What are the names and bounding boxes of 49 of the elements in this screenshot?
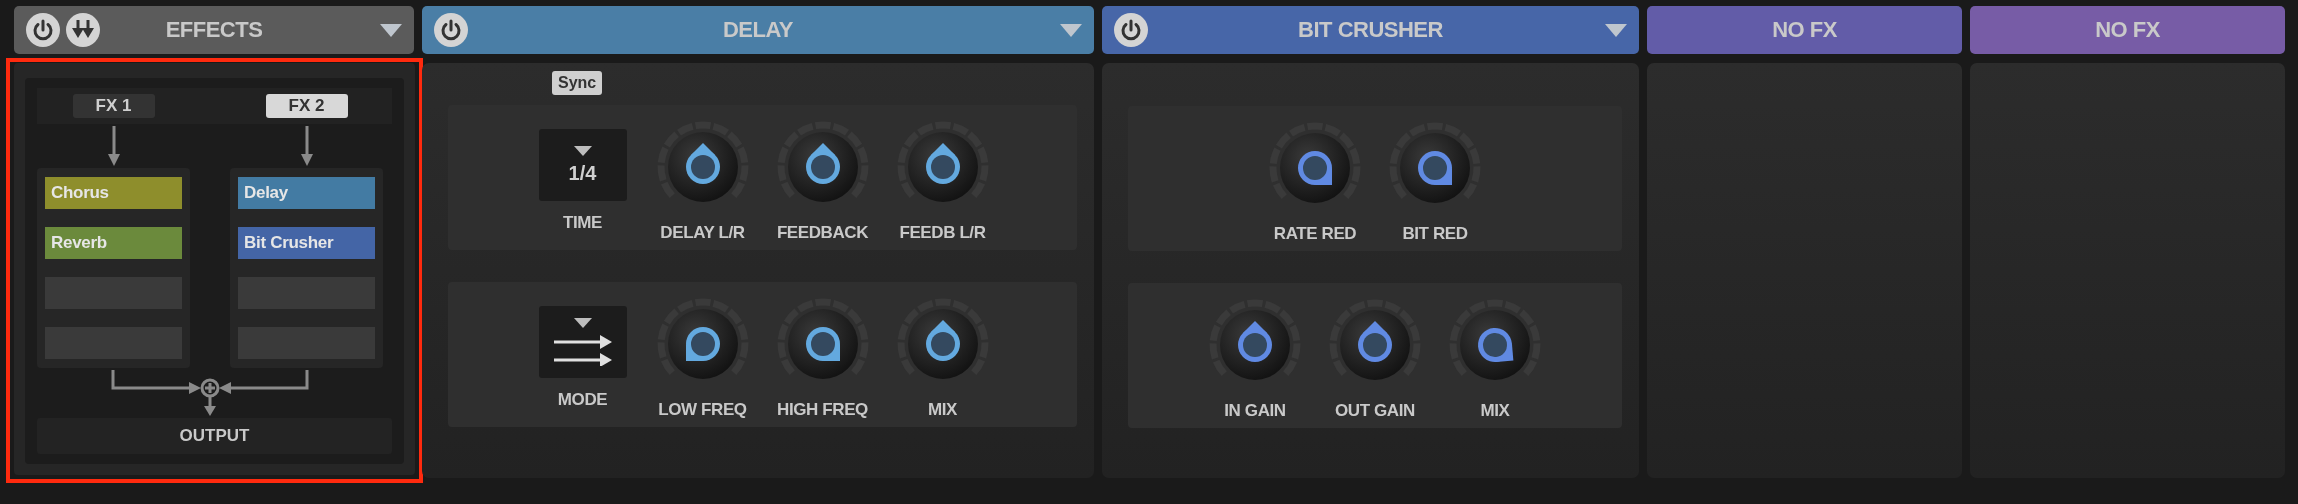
power-button[interactable] (1114, 13, 1148, 47)
dropdown-icon[interactable] (1605, 23, 1627, 37)
power-icon (1120, 19, 1142, 41)
dropdown-icon[interactable] (380, 23, 402, 37)
effect-slot-header[interactable]: DELAY (422, 6, 1094, 54)
routing-button[interactable] (66, 13, 100, 47)
slot-title: EFFECTS (165, 17, 263, 43)
control-label: HIGH FREQ (777, 400, 868, 420)
slot-title: BIT CRUSHER (1298, 17, 1443, 43)
control-label: TIME (563, 213, 602, 233)
slot-title: DELAY (722, 17, 793, 43)
mode-selector[interactable] (538, 306, 627, 378)
double-down-arrow-icon (71, 20, 95, 40)
dropdown-icon[interactable] (1060, 23, 1082, 37)
slot-title: NO FX (1772, 17, 1837, 43)
effect-slot-header[interactable]: EFFECTS (14, 6, 414, 54)
control-label: FEEDB L/R (899, 223, 986, 243)
power-button[interactable] (434, 13, 468, 47)
output-bar: OUTPUT (37, 418, 392, 454)
time-selector[interactable]: 1/4 (538, 129, 627, 201)
chain-effect[interactable]: Delay (238, 177, 375, 209)
power-icon (32, 19, 54, 41)
down-arrow (300, 126, 313, 166)
power-button[interactable] (26, 13, 60, 47)
slot-title: NO FX (2095, 17, 2160, 43)
control-label: OUT GAIN (1335, 401, 1415, 421)
chain-effect[interactable]: Reverb (45, 227, 182, 259)
down-arrow (107, 126, 120, 166)
control-label: IN GAIN (1224, 401, 1286, 421)
control-label: LOW FREQ (658, 400, 747, 420)
sync-toggle[interactable]: Sync (552, 71, 603, 95)
chain-effect[interactable]: Bit Crusher (238, 227, 375, 259)
effect-slot-header[interactable]: NO FX (1970, 6, 2285, 54)
effect-slot-header[interactable]: NO FX (1647, 6, 1962, 54)
control-label: MIX (928, 400, 957, 420)
fx-tab[interactable]: FX 2 (265, 94, 348, 118)
control-label: RATE RED (1273, 224, 1357, 244)
power-icon (440, 19, 462, 41)
fx-tab[interactable]: FX 1 (72, 94, 155, 118)
control-label: DELAY L/R (660, 223, 745, 243)
parallel-arrows-icon (553, 334, 612, 366)
control-label: MODE (557, 390, 608, 410)
dropdown-icon (573, 318, 592, 328)
control-label: FEEDBACK (776, 223, 869, 243)
effect-slot-header[interactable]: BIT CRUSHER (1102, 6, 1639, 54)
control-label: MIX (1480, 401, 1510, 421)
control-label: BIT RED (1402, 224, 1468, 244)
dropdown-icon (573, 145, 592, 156)
chain-effect[interactable]: Chorus (45, 177, 182, 209)
